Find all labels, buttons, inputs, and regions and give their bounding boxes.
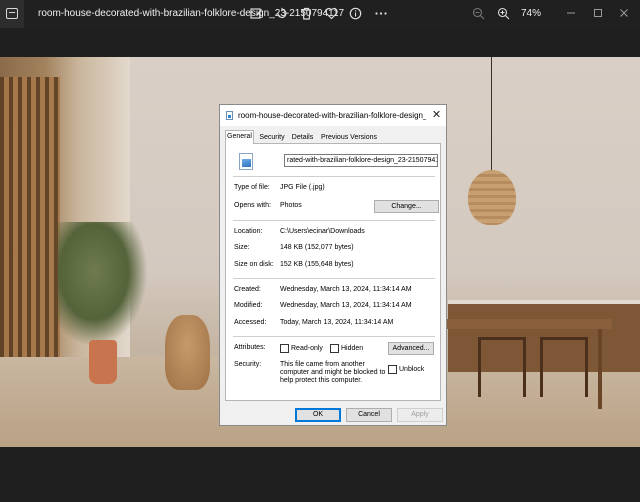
zoom-level[interactable]: 74% [521,8,541,19]
window-close-icon[interactable] [614,4,634,22]
tab-general[interactable]: General [225,130,254,144]
size-label: Size: [234,244,250,251]
size-on-disk-value: 152 KB (155,648 bytes) [280,261,354,268]
opens-with-label: Opens with: [234,202,271,209]
photo-pendant-lamp [468,170,516,225]
general-panel: rated-with-brazilian-folklore-design_23-… [225,143,441,401]
delete-icon[interactable] [297,5,315,23]
photo-chair [478,337,526,397]
accessed-label: Accessed: [234,319,267,326]
modified-label: Modified: [234,302,263,309]
unblock-label: Unblock [399,366,425,373]
maximize-icon[interactable] [588,4,608,22]
photo-table-leg [598,329,602,409]
filename-field[interactable]: rated-with-brazilian-folklore-design_23-… [284,154,438,167]
dialog-title: room-house-decorated-with-brazilian-folk… [238,111,426,120]
rotate-icon[interactable] [272,5,290,23]
tab-details[interactable]: Details [289,131,316,143]
divider [233,336,435,337]
apply-button[interactable]: Apply [397,408,443,422]
type-value: JPG File (.jpg) [280,184,325,191]
change-button[interactable]: Change... [374,200,439,213]
photo-plant-pot [89,340,117,384]
type-label: Type of file: [234,184,270,191]
location-value: C:\Users\ecinar\Downloads [280,228,365,235]
title-bar: room-house-decorated-with-brazilian-folk… [0,0,640,28]
created-label: Created: [234,286,261,293]
more-icon[interactable] [372,5,390,23]
close-icon[interactable]: ✕ [430,109,443,122]
size-value: 148 KB (152,077 bytes) [280,244,354,251]
tab-previous-versions[interactable]: Previous Versions [318,131,380,143]
photo-countertop [448,300,640,304]
divider [233,278,435,279]
created-value: Wednesday, March 13, 2024, 11:34:14 AM [280,286,412,293]
zoom-in-icon[interactable] [494,5,512,23]
properties-dialog: room-house-decorated-with-brazilian-folk… [219,104,447,426]
divider [233,220,435,221]
unblock-checkbox[interactable] [388,365,397,374]
favorite-icon[interactable] [322,5,340,23]
photo-vase [165,315,210,390]
read-only-checkbox[interactable] [280,344,289,353]
opens-with-value: Photos [280,202,302,209]
read-only-label: Read-only [291,345,323,352]
minimize-icon[interactable] [561,4,581,22]
dialog-title-bar[interactable]: room-house-decorated-with-brazilian-folk… [220,105,446,126]
photo-table [422,319,612,329]
zoom-out-icon[interactable] [469,5,487,23]
hidden-label: Hidden [341,345,364,352]
image-file-icon [239,153,253,170]
photos-app-icon [0,0,24,28]
file-icon [226,111,233,120]
security-message: This file came from another computer and… [280,361,386,384]
photo-lamp-cord [491,57,492,172]
location-label: Location: [234,228,263,235]
photo-plant [58,222,148,347]
photo-chair [540,337,588,397]
hidden-checkbox[interactable] [330,344,339,353]
size-on-disk-label: Size on disk: [234,261,274,268]
info-icon[interactable] [346,5,364,23]
attributes-label: Attributes: [234,344,266,351]
security-label: Security: [234,361,262,368]
divider [233,176,435,177]
advanced-button[interactable]: Advanced... [388,342,434,355]
modified-value: Wednesday, March 13, 2024, 11:34:14 AM [280,302,412,309]
edit-image-icon[interactable] [247,5,265,23]
tab-security[interactable]: Security [257,131,287,143]
accessed-value: Today, March 13, 2024, 11:34:14 AM [280,319,394,326]
ok-button[interactable]: OK [295,408,341,422]
cancel-button[interactable]: Cancel [346,408,392,422]
